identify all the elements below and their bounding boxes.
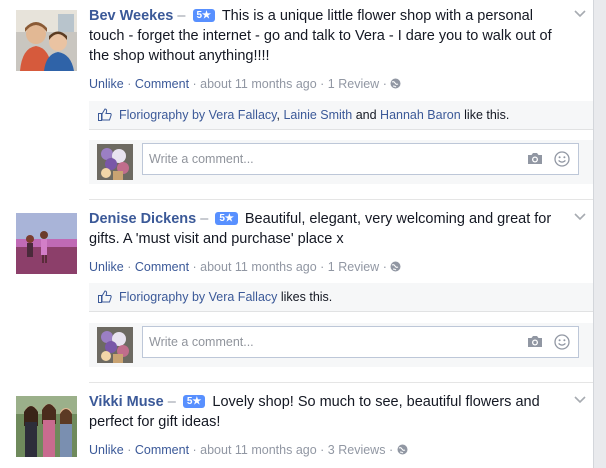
name-dash: – — [163, 394, 180, 410]
unlike-link[interactable]: Unlike — [89, 260, 124, 274]
rating-badge: 5★ — [215, 212, 238, 225]
chevron-down-icon[interactable] — [573, 8, 587, 20]
name-dash: – — [173, 8, 190, 24]
likes-text: Floriography by Vera Fallacy likes this. — [119, 290, 333, 304]
globe-icon — [390, 78, 401, 89]
liker-link[interactable]: Floriography by Vera Fallacy — [119, 108, 276, 122]
review-divider — [89, 199, 593, 200]
liker-link[interactable]: Lainie Smith — [283, 108, 352, 122]
comment-composer: Write a comment... — [89, 140, 593, 184]
review-text-block: Bev Weekes – 5★ This is a unique little … — [89, 6, 561, 66]
review-meta: Unlike · Comment · about 11 months ago ·… — [89, 77, 401, 91]
rating-badge: 5★ — [192, 9, 216, 22]
review-divider — [89, 382, 593, 383]
comment-link[interactable]: Comment — [135, 443, 189, 457]
likes-text: Floriography by Vera Fallacy, Lainie Smi… — [119, 108, 510, 122]
globe-icon — [397, 444, 408, 455]
timestamp[interactable]: about 11 months ago — [200, 260, 317, 274]
chevron-down-icon[interactable] — [573, 394, 587, 406]
review-count[interactable]: 3 Reviews — [328, 443, 386, 457]
reviewer-name[interactable]: Denise Dickens — [89, 211, 196, 227]
unlike-link[interactable]: Unlike — [89, 77, 124, 91]
review-meta: Unlike · Comment · about 11 months ago ·… — [89, 260, 401, 274]
comment-link[interactable]: Comment — [135, 77, 189, 91]
thumbs-up-icon — [98, 108, 112, 121]
emoji-icon[interactable] — [554, 151, 570, 167]
comment-placeholder: Write a comment... — [149, 335, 254, 349]
rating-badge: 5★ — [182, 395, 206, 408]
viewer-avatar — [97, 327, 133, 363]
likes-bar: Floriography by Vera Fallacy likes this. — [89, 283, 593, 312]
timestamp[interactable]: about 11 months ago — [200, 443, 317, 457]
viewer-avatar — [97, 144, 133, 180]
reviewer-name[interactable]: Vikki Muse — [89, 394, 164, 410]
camera-icon[interactable] — [527, 335, 543, 348]
review-text-block: Denise Dickens – 5★ Beautiful, elegant, … — [89, 209, 561, 249]
comment-composer: Write a comment... — [89, 323, 593, 367]
globe-icon — [390, 261, 401, 272]
reviewer-avatar[interactable] — [16, 10, 77, 71]
likes-bar: Floriography by Vera Fallacy, Lainie Smi… — [89, 101, 593, 130]
reviews-panel: Bev Weekes – 5★ This is a unique little … — [0, 0, 594, 468]
emoji-icon[interactable] — [554, 334, 570, 350]
comment-placeholder: Write a comment... — [149, 152, 254, 166]
unlike-link[interactable]: Unlike — [89, 443, 124, 457]
reviewer-avatar[interactable] — [16, 396, 77, 457]
chevron-down-icon[interactable] — [573, 211, 587, 223]
comment-link[interactable]: Comment — [135, 260, 189, 274]
review-meta: Unlike · Comment · about 11 months ago ·… — [89, 443, 408, 457]
liker-link[interactable]: Floriography by Vera Fallacy — [119, 290, 277, 304]
thumbs-up-icon — [98, 290, 112, 303]
timestamp[interactable]: about 11 months ago — [200, 77, 317, 91]
reviewer-name[interactable]: Bev Weekes — [89, 8, 173, 24]
liker-link[interactable]: Hannah Baron — [380, 108, 461, 122]
reviewer-avatar[interactable] — [16, 213, 77, 274]
review-text-block: Vikki Muse – 5★ Lovely shop! So much to … — [89, 392, 561, 432]
camera-icon[interactable] — [527, 152, 543, 165]
name-dash: – — [196, 211, 213, 227]
review-count[interactable]: 1 Review — [328, 260, 379, 274]
comment-input[interactable]: Write a comment... — [142, 326, 579, 358]
review-count[interactable]: 1 Review — [328, 77, 379, 91]
comment-input[interactable]: Write a comment... — [142, 143, 579, 175]
